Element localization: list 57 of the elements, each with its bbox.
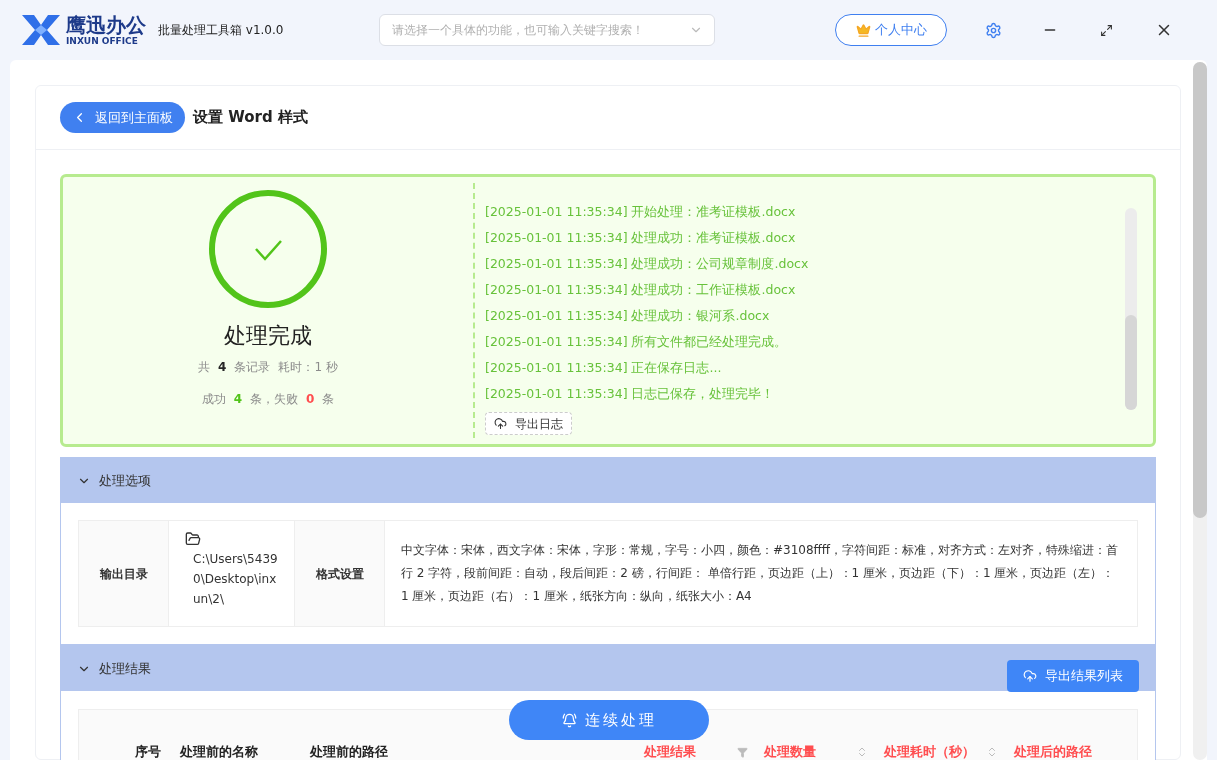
stats-text: 条	[322, 391, 335, 408]
stats-text: 条记录	[234, 359, 271, 376]
log-line: [2025-01-01 11:35:34] 开始处理：准考证模板.docx	[485, 203, 797, 221]
folder-icon[interactable]	[185, 531, 201, 547]
maximize-icon[interactable]	[1100, 23, 1114, 37]
search-field[interactable]: 请选择一个具体的功能，也可输入关键字搜索！	[379, 14, 716, 46]
sort-icon[interactable]	[856, 746, 868, 758]
output-path: C:\Users\54390\Desktop\inxun\2\	[192, 551, 278, 608]
stats-text: 0	[306, 391, 315, 408]
crown-icon	[855, 22, 871, 38]
log-line: [2025-01-01 11:35:34] 处理成功：公司规章制度.docx	[485, 255, 810, 273]
app-title: 批量处理工具箱 v1.0.0	[158, 22, 284, 39]
log-line: [2025-01-01 11:35:34] 处理成功：工作证模板.docx	[485, 281, 797, 299]
section-title: 处理选项	[99, 471, 151, 490]
stats-text: 共	[198, 359, 211, 376]
logo-icon	[20, 13, 62, 47]
filter-icon[interactable]	[737, 746, 748, 758]
stats-text: 条，失败	[250, 391, 298, 408]
column-header: 处理结果	[644, 743, 696, 760]
log-line: [2025-01-01 11:35:34] 处理成功：准考证模板.docx	[485, 229, 797, 247]
export-log-button[interactable]: 导出日志	[485, 412, 572, 435]
back-button[interactable]: 返回到主面板	[60, 102, 185, 133]
log-line: [2025-01-01 11:35:34] 所有文件都已经处理完成。	[485, 333, 789, 351]
output-label: 输出目录	[79, 521, 168, 626]
cloud-upload-icon	[494, 417, 507, 430]
section-header[interactable]: 处理结果 导出结果列表	[61, 646, 1155, 691]
page-scrollbar[interactable]	[1193, 62, 1207, 760]
column-header: 序号	[135, 743, 161, 760]
log-line: [2025-01-01 11:35:34] 处理成功：银河系.docx	[485, 307, 771, 325]
stats-text: 4	[233, 391, 242, 408]
brand-subtitle: INXUN OFFICE	[66, 36, 139, 46]
sort-icon[interactable]	[986, 746, 998, 758]
scrollbar[interactable]	[1125, 208, 1137, 410]
bell-icon	[561, 712, 577, 728]
status-text: 处理完成	[224, 322, 312, 350]
column-header: 处理前的路径	[310, 743, 388, 760]
success-check-icon	[208, 189, 328, 309]
export-results-button[interactable]: 导出结果列表	[1007, 659, 1139, 692]
format-label: 格式设置	[294, 521, 384, 626]
section-title: 处理结果	[99, 659, 151, 678]
log-line: [2025-01-01 11:35:34] 日志已保存，处理完毕！	[485, 385, 776, 403]
brand-name: 鹰迅办公	[66, 14, 146, 35]
page-title: 设置 Word 样式	[193, 107, 308, 129]
column-header: 处理后的路径	[1014, 743, 1092, 760]
settings-icon[interactable]	[985, 21, 1003, 39]
stats-text: 耗时：1 秒	[278, 359, 338, 376]
section-header[interactable]: 处理选项	[61, 458, 1155, 503]
column-header: 处理耗时（秒）	[884, 743, 975, 760]
log-line: [2025-01-01 11:35:34] 正在保存日志...	[485, 359, 723, 377]
stats-text: 4	[218, 359, 227, 376]
column-header: 处理数量	[764, 743, 816, 760]
column-header: 处理前的名称	[180, 743, 258, 760]
continue-button[interactable]: 连续处理	[509, 700, 709, 740]
cloud-upload-icon	[1023, 668, 1037, 683]
format-value: 中文字体：宋体，西文字体：宋体，字形：常规，字号：小四，颜色：#3108ffff，字符间距：标准，对齐方式：左对齐，特殊缩进：首行 2 字符，段前间距：自动，段后间距：2 磅，行间距： 单倍行距，页边距（上）：1 厘米，页边距（下）：1 厘米，页边距（左）：1 厘米，页边距（右）：1 厘米，纸张方向：纵向，纸张大小：A4	[401, 542, 1120, 605]
stats-text: 成功	[201, 391, 226, 408]
account-button[interactable]: 个人中心	[835, 14, 948, 46]
